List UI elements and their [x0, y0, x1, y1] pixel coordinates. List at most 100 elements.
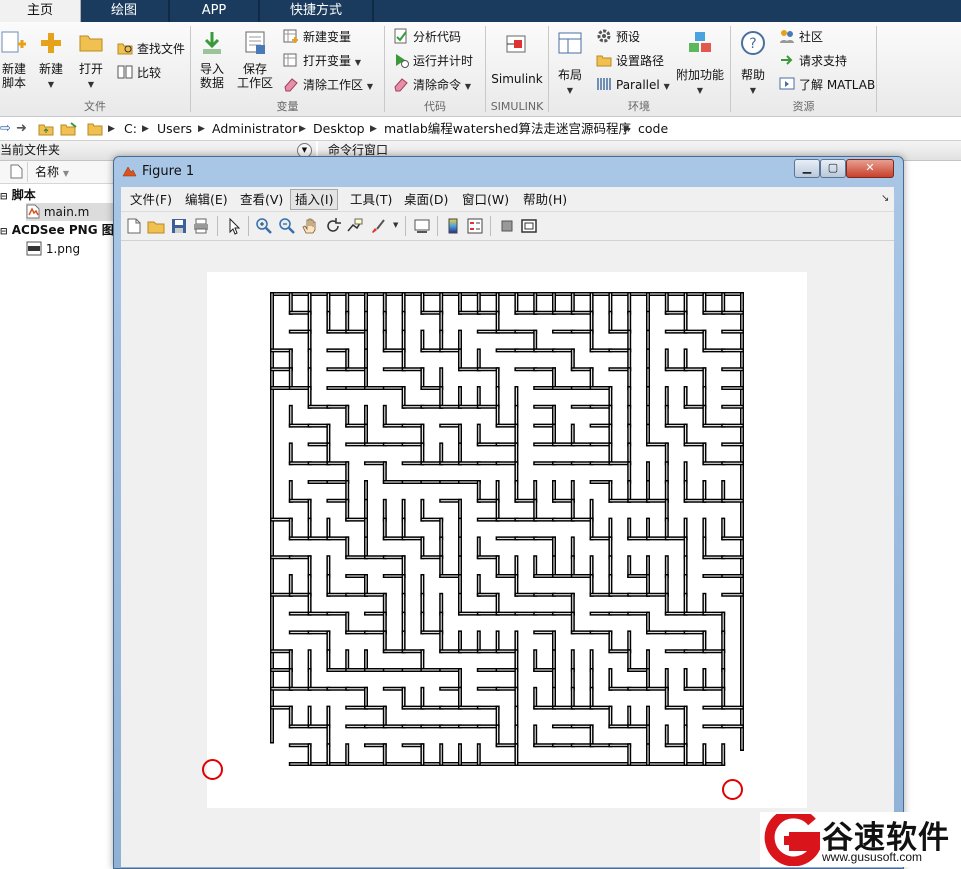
open-file-icon[interactable] — [147, 217, 165, 235]
name-column-header[interactable]: 名称 ▼ — [35, 163, 69, 181]
parallel-button[interactable]: Parallel ▼ — [596, 75, 670, 95]
compare-label: 比较 — [137, 66, 162, 80]
tab-plots[interactable]: 绘图 — [80, 0, 168, 22]
layout-label: 布局 — [557, 68, 582, 82]
new-variable-label: 新建变量 — [303, 30, 352, 44]
pointer-icon[interactable] — [225, 217, 243, 235]
start-marker-circle — [202, 759, 223, 780]
brush-dropdown-arrow-icon[interactable]: ▼ — [393, 221, 398, 229]
clear-workspace-button[interactable]: 清除工作区 ▼ — [283, 75, 373, 95]
layout-button[interactable]: 布局 ▼ — [553, 30, 587, 98]
tree-group-png[interactable]: ⊟ ACDSee PNG 图像 — [0, 221, 126, 239]
pan-icon[interactable] — [301, 217, 319, 235]
preferences-label: 预设 — [616, 30, 641, 44]
new-figure-icon[interactable] — [125, 217, 143, 235]
hide-tools-icon[interactable] — [498, 217, 516, 235]
resources-group-label: 资源 — [792, 100, 815, 113]
menu-edit[interactable]: 编辑(E) — [181, 190, 232, 209]
tab-shortcuts[interactable]: 快捷方式 — [260, 0, 372, 22]
tab-apps[interactable]: APP — [170, 0, 258, 22]
help-button[interactable]: ? 帮助 ▼ — [736, 30, 770, 98]
legend-icon[interactable] — [466, 217, 484, 235]
new-script-label: 新建 脚本 — [1, 62, 26, 90]
menu-view[interactable]: 查看(V) — [236, 190, 287, 209]
addons-button[interactable]: 附加功能 ▼ — [676, 30, 724, 98]
parallel-icon — [597, 78, 611, 90]
image-axes[interactable] — [207, 272, 807, 808]
crumb-administrator[interactable]: Administrator — [212, 121, 297, 137]
import-data-button[interactable]: 导入 数据 — [196, 30, 228, 90]
maximize-button[interactable]: ▢ — [820, 159, 846, 178]
preferences-button[interactable]: 预设 — [596, 27, 640, 47]
find-files-button[interactable]: 查找文件 — [117, 39, 185, 59]
dropdown-arrow-icon: ▼ — [354, 58, 361, 67]
code-group-label: 代码 — [424, 100, 446, 113]
tree-group-scripts[interactable]: ⊟ 脚本 — [0, 186, 36, 204]
up-folder-icon[interactable] — [38, 121, 54, 137]
browse-folder-icon[interactable] — [60, 121, 78, 137]
menu-window[interactable]: 窗口(W) — [458, 190, 513, 209]
zoom-in-icon[interactable] — [255, 217, 273, 235]
link-icon[interactable] — [413, 217, 431, 235]
community-button[interactable]: 社区 — [779, 27, 823, 47]
request-support-button[interactable]: 请求支持 — [779, 51, 847, 71]
menu-help[interactable]: 帮助(H) — [519, 190, 571, 209]
brush-icon[interactable] — [369, 217, 387, 235]
crumb-users[interactable]: Users — [157, 121, 192, 137]
clear-commands-button[interactable]: 清除命令 ▼ — [393, 75, 471, 95]
new-variable-button[interactable]: 新建变量 — [283, 27, 351, 47]
analyze-code-button[interactable]: 分析代码 — [393, 27, 461, 47]
sort-arrow-icon: ▼ — [62, 169, 69, 178]
file-item-main-m[interactable]: main.m — [26, 203, 89, 221]
save-icon[interactable] — [170, 217, 188, 235]
learn-matlab-button[interactable]: 了解 MATLAB — [779, 75, 875, 95]
menu-tools[interactable]: 工具(T) — [346, 190, 396, 209]
simulink-icon — [506, 35, 526, 53]
crumb-separator: ▶ — [299, 124, 306, 134]
crumb-code[interactable]: code — [638, 121, 668, 137]
toolbar-separator — [437, 216, 438, 236]
crumb-desktop[interactable]: Desktop — [313, 121, 365, 137]
set-path-button[interactable]: 设置路径 — [596, 51, 664, 71]
dock-arrow-icon[interactable]: ↘ — [881, 193, 889, 204]
dropdown-arrow-icon: ▼ — [749, 86, 757, 95]
simulink-button[interactable]: Simulink — [490, 30, 544, 87]
menu-insert[interactable]: 插入(I) — [290, 189, 339, 210]
zoom-out-icon[interactable] — [278, 217, 296, 235]
compare-button[interactable]: 比较 — [117, 63, 161, 83]
back-arrow-icon[interactable]: ➜ — [16, 121, 27, 136]
menu-file[interactable]: 文件(F) — [126, 190, 176, 209]
save-workspace-button[interactable]: 保存 工作区 — [236, 30, 274, 90]
new-script-button[interactable]: 新建 脚本 — [0, 30, 28, 90]
show-tools-icon[interactable] — [520, 217, 538, 235]
colorbar-icon[interactable] — [444, 217, 462, 235]
crumb-drive[interactable]: C: — [124, 121, 137, 137]
file-item-1-png[interactable]: 1.png — [26, 240, 80, 258]
open-button[interactable]: 打开 ▼ — [76, 30, 106, 92]
dropdown-arrow-icon: ▼ — [464, 82, 471, 91]
run-and-time-icon — [396, 54, 409, 68]
file-item-1-png-label: 1.png — [45, 242, 81, 256]
run-and-time-button[interactable]: 运行并计时 — [393, 51, 473, 71]
rotate-icon[interactable] — [324, 217, 342, 235]
open-variable-button[interactable]: 打开变量 ▼ — [283, 51, 361, 71]
collapse-icon: ⊟ — [0, 227, 8, 237]
compare-icon — [117, 65, 133, 79]
menu-desktop[interactable]: 桌面(D) — [400, 190, 452, 209]
crumb-separator: ▶ — [142, 124, 149, 134]
toolbar-separator — [248, 216, 249, 236]
collapse-icon: ⊟ — [0, 192, 8, 202]
crumb-project-folder[interactable]: matlab编程watershed算法走迷宫源码程序 — [384, 121, 631, 137]
forward-arrow-icon[interactable]: ⇨ — [0, 121, 11, 136]
new-button[interactable]: 新建 ▼ — [36, 30, 66, 92]
tab-home[interactable]: 主页 — [0, 0, 81, 22]
data-cursor-icon[interactable] — [346, 217, 364, 235]
import-data-label: 导入 数据 — [199, 62, 224, 90]
crumb-separator: ▶ — [370, 124, 377, 134]
dropdown-arrow-icon: ▼ — [87, 80, 95, 89]
minimize-button[interactable]: ▁ — [794, 159, 820, 178]
print-icon[interactable] — [192, 217, 210, 235]
open-variable-icon — [283, 53, 297, 67]
close-button[interactable]: ✕ — [846, 159, 894, 178]
dropdown-arrow-icon: ▼ — [663, 82, 670, 91]
